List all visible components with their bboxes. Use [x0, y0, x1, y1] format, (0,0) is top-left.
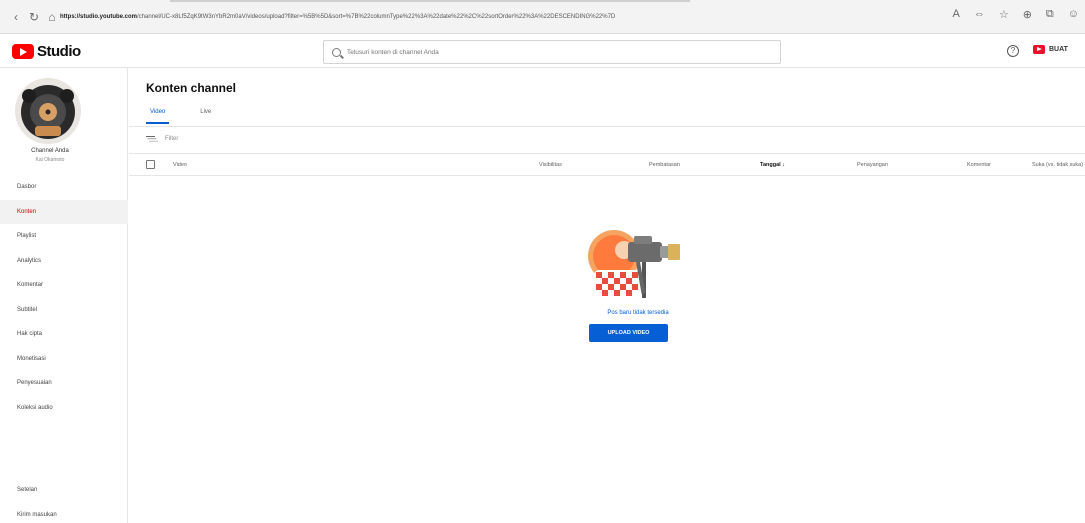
- page-title: Konten channel: [146, 81, 237, 95]
- create-label: BUAT: [1049, 46, 1068, 53]
- channel-avatar[interactable]: [15, 78, 81, 144]
- sidebar-item-komentar[interactable]: Komentar: [0, 273, 128, 298]
- main-content: Konten channel Video Live Filter Video V…: [129, 68, 1085, 523]
- sidebar-item-analytics[interactable]: Analytics: [0, 249, 128, 274]
- sidebar-item-monetisasi[interactable]: Monetisasi: [0, 347, 128, 372]
- upload-video-button[interactable]: UPLOAD VIDEO: [589, 324, 668, 342]
- sidebar-item-kirim-masukan[interactable]: Kirim masukan: [0, 503, 128, 523]
- column-pembatasan[interactable]: Pembatasan: [649, 162, 680, 168]
- column-penayangan[interactable]: Penayangan: [857, 162, 888, 168]
- browser-actions: A ⇔ ☆ ⊕ ⧉ ☺: [952, 8, 1079, 21]
- column-visibilitas[interactable]: Visibilitas: [539, 162, 562, 168]
- lock-icon: ⌂: [48, 10, 56, 24]
- search-input[interactable]: [347, 48, 767, 56]
- content-tabs: Video Live: [146, 109, 215, 124]
- zoom-icon[interactable]: A: [952, 8, 959, 21]
- create-video-icon: [1033, 45, 1045, 54]
- filter-icon: [146, 136, 155, 142]
- column-video[interactable]: Video: [173, 162, 187, 168]
- filter-bar[interactable]: Filter: [146, 136, 178, 142]
- table-header: Video Visibilitas Pembatasan Tanggal ↓ P…: [129, 154, 1085, 176]
- youtube-logo-icon: [12, 44, 34, 59]
- search-box[interactable]: [323, 40, 781, 64]
- url-host: https://studio.youtube.com: [60, 14, 137, 20]
- favorite-icon[interactable]: ☆: [999, 8, 1009, 21]
- tab-live[interactable]: Live: [196, 109, 215, 124]
- empty-state-text: Pos baru tidak tersedia: [607, 310, 669, 316]
- browser-tab-strip: [170, 0, 690, 6]
- sidebar-item-koleksi-audio[interactable]: Koleksi audio: [0, 396, 128, 421]
- studio-logo[interactable]: Studio: [12, 43, 81, 60]
- empty-state-illustration: [588, 230, 680, 300]
- channel-handle: Kai Okamoto: [35, 157, 65, 163]
- sidebar-item-penyesuaian[interactable]: Penyesuaian: [0, 371, 128, 396]
- sidebar-item-dasbor[interactable]: Dasbor: [0, 175, 128, 200]
- profile-icon[interactable]: ☺: [1068, 8, 1079, 21]
- column-suka[interactable]: Suka (vs. tidak suka): [1032, 162, 1083, 168]
- studio-header: Studio ? BUAT: [0, 34, 1085, 68]
- sidebar-item-konten[interactable]: Konten: [0, 199, 128, 224]
- back-icon[interactable]: ‹: [6, 7, 26, 27]
- tab-video[interactable]: Video: [146, 109, 170, 124]
- sidebar-item-playlist[interactable]: Playlist: [0, 224, 128, 249]
- logo-text: Studio: [37, 43, 81, 60]
- avatar-image: [15, 78, 81, 144]
- column-tanggal[interactable]: Tanggal ↓: [760, 162, 785, 168]
- extensions-icon[interactable]: ⊕: [1023, 8, 1032, 21]
- url-path: /channel/UC-x8Lf5ZqK9tW3nYbR2m0aV/videos…: [137, 14, 616, 20]
- column-komentar[interactable]: Komentar: [967, 162, 991, 168]
- select-all-checkbox[interactable]: [146, 160, 155, 169]
- channel-name: Channel Anda: [31, 148, 69, 154]
- sidebar-item-hak-cipta[interactable]: Hak cipta: [0, 322, 128, 347]
- filter-label: Filter: [165, 136, 179, 142]
- search-icon: [332, 47, 341, 57]
- collections-icon[interactable]: ⧉: [1046, 8, 1054, 21]
- read-aloud-icon[interactable]: ⇔: [974, 8, 985, 21]
- create-button[interactable]: BUAT: [1033, 45, 1068, 54]
- sidebar: Channel Anda Kai Okamoto Dasbor Konten P…: [0, 68, 128, 523]
- sidebar-item-setelan[interactable]: Setelan: [0, 478, 128, 503]
- address-bar[interactable]: https://studio.youtube.com /channel/UC-x…: [60, 9, 940, 25]
- sidebar-item-subtitel[interactable]: Subtitel: [0, 298, 128, 323]
- sidebar-nav: Dasbor Konten Playlist Analytics Komenta…: [0, 175, 128, 420]
- browser-toolbar: ‹ ↻ ⌂ https://studio.youtube.com /channe…: [0, 0, 1085, 34]
- refresh-icon[interactable]: ↻: [24, 7, 44, 27]
- tabs-divider: [129, 126, 1085, 127]
- sidebar-bottom-nav: Setelan Kirim masukan: [0, 478, 128, 523]
- help-icon[interactable]: ?: [1007, 45, 1019, 57]
